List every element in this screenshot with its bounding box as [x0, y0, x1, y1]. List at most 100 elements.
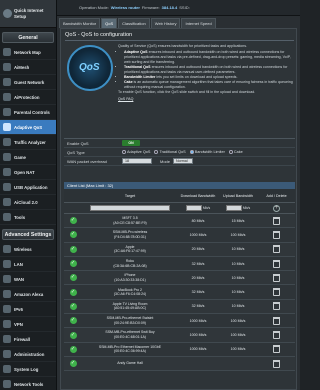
qos-settings-form: Enable QoS ON QoS Type Adaptive QoS Tradi…: [64, 138, 295, 166]
sidebar-item-open-nat[interactable]: Open NAT: [0, 165, 56, 180]
sidebar-item-vpn[interactable]: VPN: [0, 317, 56, 332]
sidebar-item-adaptive-qos[interactable]: Adaptive QoS: [0, 120, 56, 135]
sidebar-item-label: IPv6: [14, 306, 23, 312]
sidebar-item-amazon-alexa[interactable]: Amazon Alexa: [0, 287, 56, 302]
sidebar-item-label: Game: [14, 154, 26, 160]
aicloud-2-0-icon: [3, 198, 11, 206]
enabled-check-icon[interactable]: ✓: [69, 317, 77, 325]
table-row: ✓ SSM-MB-Pro-ethernet Swit Buy (00:E0:4C:6…: [64, 328, 295, 343]
radio-button[interactable]: [228, 150, 233, 154]
upload-value: 100 Mb/s: [230, 232, 246, 237]
enabled-check-icon[interactable]: ✓: [69, 288, 77, 296]
trash-icon[interactable]: [273, 288, 280, 297]
sidebar-item-traffic-analyzer[interactable]: Traffic Analyzer: [0, 135, 56, 150]
status-cell: ✓: [64, 288, 82, 296]
sidebar-item-ipv6[interactable]: IPv6: [0, 302, 56, 317]
sidebar-item-aimesh[interactable]: AiMesh: [0, 60, 56, 75]
qos-type-option-cake[interactable]: Cake: [228, 150, 243, 154]
sidebar-item-system-log[interactable]: System Log: [0, 362, 56, 377]
tools-icon: [3, 213, 11, 221]
enabled-check-icon[interactable]: ✓: [69, 274, 77, 282]
qos-type-option-traditional-qos[interactable]: Traditional QoS: [154, 150, 186, 154]
radio-button[interactable]: [154, 150, 159, 154]
enabled-check-icon[interactable]: ✓: [69, 260, 77, 268]
general-header: General: [2, 32, 54, 43]
trash-icon[interactable]: [273, 331, 280, 340]
sidebar-item-tools[interactable]: Tools: [0, 210, 56, 225]
sidebar-item-wireless[interactable]: Wireless: [0, 242, 56, 257]
bullet-term: Adaptive QoS: [124, 50, 148, 55]
enabled-check-icon[interactable]: ✓: [69, 217, 77, 225]
trash-icon[interactable]: [273, 302, 280, 311]
add-icon[interactable]: +: [273, 204, 280, 212]
trash-icon[interactable]: [273, 216, 280, 225]
radio-label: Bandwidth Limiter: [194, 150, 225, 154]
client-list-caption: Client List (Max Limit : 32): [64, 182, 295, 189]
sidebar-item-aicloud-2-0[interactable]: AiCloud 2.0: [0, 195, 56, 210]
sidebar-item-parental-controls[interactable]: Parental Controls: [0, 105, 56, 120]
qos-faq-link[interactable]: QoS FAQ: [118, 97, 133, 101]
advanced-menu: Wireless LAN WAN Amazon Alexa IPv6 VPN Firewal…: [0, 242, 56, 390]
network-tools-icon: [3, 380, 11, 388]
bullet-text: is an automatic queue management algorit…: [124, 80, 293, 90]
sidebar-item-guest-network[interactable]: Guest Network: [0, 75, 56, 90]
download-input[interactable]: [185, 205, 202, 211]
table-row: ✓ SSM-MB-Pro-ethernet Swisint (00:24:9E:B3…: [64, 314, 295, 329]
trash-icon[interactable]: [273, 259, 280, 268]
download-value: 80 Mb/s: [191, 218, 205, 223]
trash-icon[interactable]: [273, 345, 280, 354]
sidebar-item-administration[interactable]: Administration: [0, 347, 56, 362]
qos-type-option-bandwidth-limiter[interactable]: Bandwidth Limiter: [189, 150, 225, 154]
sidebar-item-label: Network Map: [14, 49, 41, 55]
sidebar-item-wan[interactable]: WAN: [0, 272, 56, 287]
sidebar-item-lan[interactable]: LAN: [0, 257, 56, 272]
download-value: 20 Mb/s: [191, 275, 205, 280]
sidebar-item-label: AiProtection: [14, 94, 40, 100]
add-cell: +: [258, 204, 295, 212]
tab-internet-speed[interactable]: Internet Speed: [181, 18, 216, 28]
target-input[interactable]: [90, 205, 170, 211]
sidebar-item-firewall[interactable]: Firewall: [0, 332, 56, 347]
sidebar-item-network-tools[interactable]: Network Tools: [0, 377, 56, 390]
upload-input[interactable]: [225, 205, 242, 211]
overhead-select[interactable]: 18: [122, 158, 152, 164]
trash-icon[interactable]: [273, 245, 280, 254]
radio-label: Cake: [233, 150, 243, 154]
enabled-check-icon[interactable]: ✓: [69, 245, 77, 253]
upload-value: 10 Mb/s: [231, 290, 245, 295]
tab-classification[interactable]: Classification: [118, 18, 150, 28]
trash-icon[interactable]: [273, 230, 280, 239]
wireless-icon: [3, 245, 11, 253]
enable-qos-toggle[interactable]: ON: [122, 140, 140, 146]
target-cell: Apple (3C:A6:F6:17:47:99): [82, 245, 178, 254]
radio-button[interactable]: [189, 150, 194, 154]
mode-value[interactable]: Wireless router: [111, 5, 140, 10]
delete-cell: [258, 288, 295, 297]
mode-select[interactable]: Normal: [173, 158, 194, 164]
enabled-check-icon[interactable]: ✓: [69, 331, 77, 339]
sidebar-item-label: Guest Network: [14, 79, 45, 85]
firmware-value[interactable]: 384.18.4: [162, 5, 178, 10]
enabled-check-icon[interactable]: ✓: [69, 360, 77, 368]
upload-value: 100 Mb/s: [230, 333, 246, 338]
enabled-check-icon[interactable]: ✓: [69, 231, 77, 239]
sidebar-item-game[interactable]: Game: [0, 150, 56, 165]
trash-icon[interactable]: [273, 273, 280, 282]
enabled-check-icon[interactable]: ✓: [69, 302, 77, 310]
overhead-label: WAN packet overhead: [67, 158, 107, 164]
sidebar-item-usb-application[interactable]: USB Application: [0, 180, 56, 195]
qos-type-option-adaptive-qos[interactable]: Adaptive QoS: [122, 150, 150, 154]
table-row: ✓ iPhone (10:A3:30:33:38:D1) 20 Mb/s 10 Mb/s: [64, 271, 295, 286]
quick-internet-setup[interactable]: Quick Internet Setup: [0, 0, 56, 28]
tab-bandwidth-monitor[interactable]: Bandwidth Monitor: [59, 18, 101, 28]
sidebar-item-aiprotection[interactable]: AiProtection: [0, 90, 56, 105]
tab-web-history[interactable]: Web History: [150, 18, 181, 28]
radio-button[interactable]: [122, 150, 126, 154]
tab-qos[interactable]: QoS: [101, 18, 118, 28]
trash-icon[interactable]: [273, 316, 280, 325]
sidebar-item-label: Administration: [14, 351, 45, 357]
enabled-check-icon[interactable]: ✓: [69, 345, 77, 353]
target-cell: Andy Game Hall: [82, 361, 178, 366]
sidebar-item-network-map[interactable]: Network Map: [0, 45, 56, 60]
trash-icon[interactable]: [273, 359, 280, 368]
